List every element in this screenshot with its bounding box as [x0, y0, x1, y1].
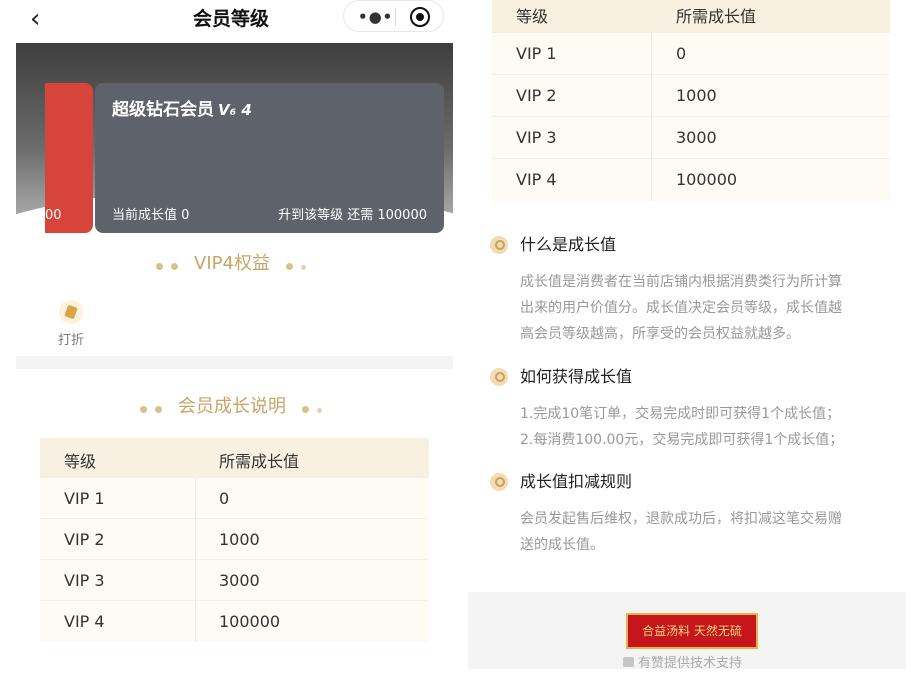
faq-answer-line: 会员发起售后维权，退款成功后，将扣减这笔交易赠 — [520, 511, 842, 527]
previous-card-value: 00 — [45, 208, 62, 223]
faq-question-text: 什么是成长值 — [520, 235, 617, 254]
faq-answer: 会员发起售后维权，退款成功后，将扣减这笔交易赠 送的成长值。 — [490, 506, 905, 558]
faq-question-text: 成长值扣减规则 — [520, 472, 633, 491]
close-target-icon[interactable] — [410, 7, 430, 27]
table-cell-growth: 0 — [676, 44, 687, 63]
table-cell-level: VIP 4 — [64, 612, 105, 631]
table-header-row: 等级 所需成长值 — [40, 438, 429, 478]
table-header-level: 等级 — [64, 452, 97, 471]
level-name-text: 超级钻石会员 — [112, 100, 214, 120]
faq-item: 如何获得成长值 1.完成10笔订单，交易完成时即可获得1个成长值； 2.每消费1… — [490, 365, 905, 453]
growth-table: 等级 所需成长值 VIP 1 0 VIP 2 1000 VIP 3 3000 V… — [40, 438, 429, 642]
table-row: VIP 2 1000 — [40, 519, 429, 560]
table-row: VIP 4 100000 — [492, 159, 890, 201]
question-icon — [490, 236, 508, 254]
current-level-card[interactable]: 超级钻石会员 V₆ 4 当前成长值 0 升到该等级 还需 100000 — [95, 83, 444, 233]
table-cell-level: VIP 1 — [64, 489, 105, 508]
table-cell-level: VIP 1 — [516, 44, 557, 63]
table-row: VIP 2 1000 — [492, 75, 890, 117]
question-icon — [490, 368, 508, 386]
table-header-row: 等级 所需成长值 — [492, 0, 890, 33]
table-row: VIP 1 0 — [492, 33, 890, 75]
faq-item: 成长值扣减规则 会员发起售后维权，退款成功后，将扣减这笔交易赠 送的成长值。 — [490, 470, 905, 558]
level-name: 超级钻石会员 V₆ 4 — [112, 95, 252, 120]
vip-badge-icon: V₆ 4 — [218, 101, 252, 119]
table-cell-growth: 1000 — [676, 86, 717, 105]
table-cell-growth: 100000 — [676, 170, 738, 189]
table-header-growth: 所需成长值 — [219, 452, 300, 471]
screenshot-composite: ‹ 会员等级 •●• 00 超级钻石会员 V₆ 4 当前成长值 0 升到该等级 还… — [0, 0, 911, 689]
faq-item: 什么是成长值 成长值是消费者在当前店铺内根据消费类行为所计算 出来的用户价值分。… — [490, 233, 905, 347]
previous-level-card[interactable]: 00 — [45, 83, 93, 233]
faq-question-text: 如何获得成长值 — [520, 367, 633, 386]
table-row: VIP 3 3000 — [40, 560, 429, 601]
decor-dots-left — [136, 397, 166, 418]
table-cell-growth: 3000 — [219, 571, 260, 590]
current-growth-value: 当前成长值 0 — [112, 208, 190, 223]
table-header-level: 等级 — [516, 7, 549, 26]
faq-question: 成长值扣减规则 — [490, 470, 905, 494]
faq-answer: 1.完成10笔订单，交易完成时即可获得1个成长值； 2.每消费100.00元，交… — [490, 401, 905, 453]
faq-answer-line: 高会员等级越高，所享受的会员权益就越多。 — [520, 326, 800, 342]
upgrade-requirement: 升到该等级 还需 100000 — [278, 208, 427, 223]
faq-answer: 成长值是消费者在当前店铺内根据消费类行为所计算 出来的用户价值分。成长值决定会员… — [490, 269, 905, 347]
table-cell-growth: 3000 — [676, 128, 717, 147]
decor-dots-right — [282, 254, 310, 275]
thumbs-up-icon — [623, 657, 634, 667]
tech-support-link[interactable]: 有赞提供技术支持 — [623, 652, 742, 671]
growth-table: 等级 所需成长值 VIP 1 0 VIP 2 1000 VIP 3 3000 V… — [492, 0, 890, 201]
table-row: VIP 4 100000 — [40, 601, 429, 642]
faq-answer-line: 出来的用户价值分。成长值决定会员等级，成长值越 — [520, 300, 842, 316]
nav-bar: ‹ 会员等级 •●• — [0, 0, 462, 42]
growth-explanation-page: 等级 所需成长值 VIP 1 0 VIP 2 1000 VIP 3 3000 V… — [466, 0, 911, 689]
faq-answer-line: 1.完成10笔订单，交易完成时即可获得1个成长值； — [520, 406, 841, 422]
more-icon[interactable]: •●• — [358, 8, 393, 26]
question-icon — [490, 473, 508, 491]
section-divider — [16, 356, 453, 369]
faq-answer-line: 送的成长值。 — [520, 537, 604, 553]
growth-section-title: 会员成长说明 — [0, 392, 462, 418]
shop-logo[interactable]: 合益汤料 天然无硫 — [626, 613, 758, 649]
table-cell-level: VIP 4 — [516, 170, 557, 189]
table-cell-growth: 100000 — [219, 612, 281, 631]
faq-answer-line: 成长值是消费者在当前店铺内根据消费类行为所计算 — [520, 274, 842, 290]
table-row: VIP 1 0 — [40, 478, 429, 519]
table-cell-level: VIP 2 — [516, 86, 557, 105]
capsule-divider — [395, 8, 396, 26]
table-header-growth: 所需成长值 — [676, 7, 757, 26]
faq-answer-line: 2.每消费100.00元，交易完成即可获得1个成长值； — [520, 432, 844, 448]
table-cell-growth: 1000 — [219, 530, 260, 549]
decor-dots-right — [298, 397, 326, 418]
benefit-label: 打折 — [57, 333, 84, 348]
member-level-page: ‹ 会员等级 •●• 00 超级钻石会员 V₆ 4 当前成长值 0 升到该等级 还… — [0, 0, 462, 689]
table-row: VIP 3 3000 — [492, 117, 890, 159]
benefit-item-discount[interactable]: 打折 — [56, 300, 86, 348]
decor-dots-left — [152, 254, 182, 275]
table-cell-level: VIP 3 — [516, 128, 557, 147]
tech-support-text: 有赞提供技术支持 — [638, 656, 743, 671]
benefits-title-text: VIP4权益 — [194, 253, 270, 274]
benefits-section-title: VIP4权益 — [0, 249, 462, 275]
table-cell-growth: 0 — [219, 489, 230, 508]
level-banner: 00 超级钻石会员 V₆ 4 当前成长值 0 升到该等级 还需 100000 — [16, 43, 453, 233]
faq-question: 如何获得成长值 — [490, 365, 905, 389]
mini-program-capsule: •●• — [343, 0, 444, 32]
tag-icon — [59, 300, 83, 324]
faq-question: 什么是成长值 — [490, 233, 905, 257]
table-cell-level: VIP 3 — [64, 571, 105, 590]
table-cell-level: VIP 2 — [64, 530, 105, 549]
growth-title-text: 会员成长说明 — [178, 396, 286, 417]
